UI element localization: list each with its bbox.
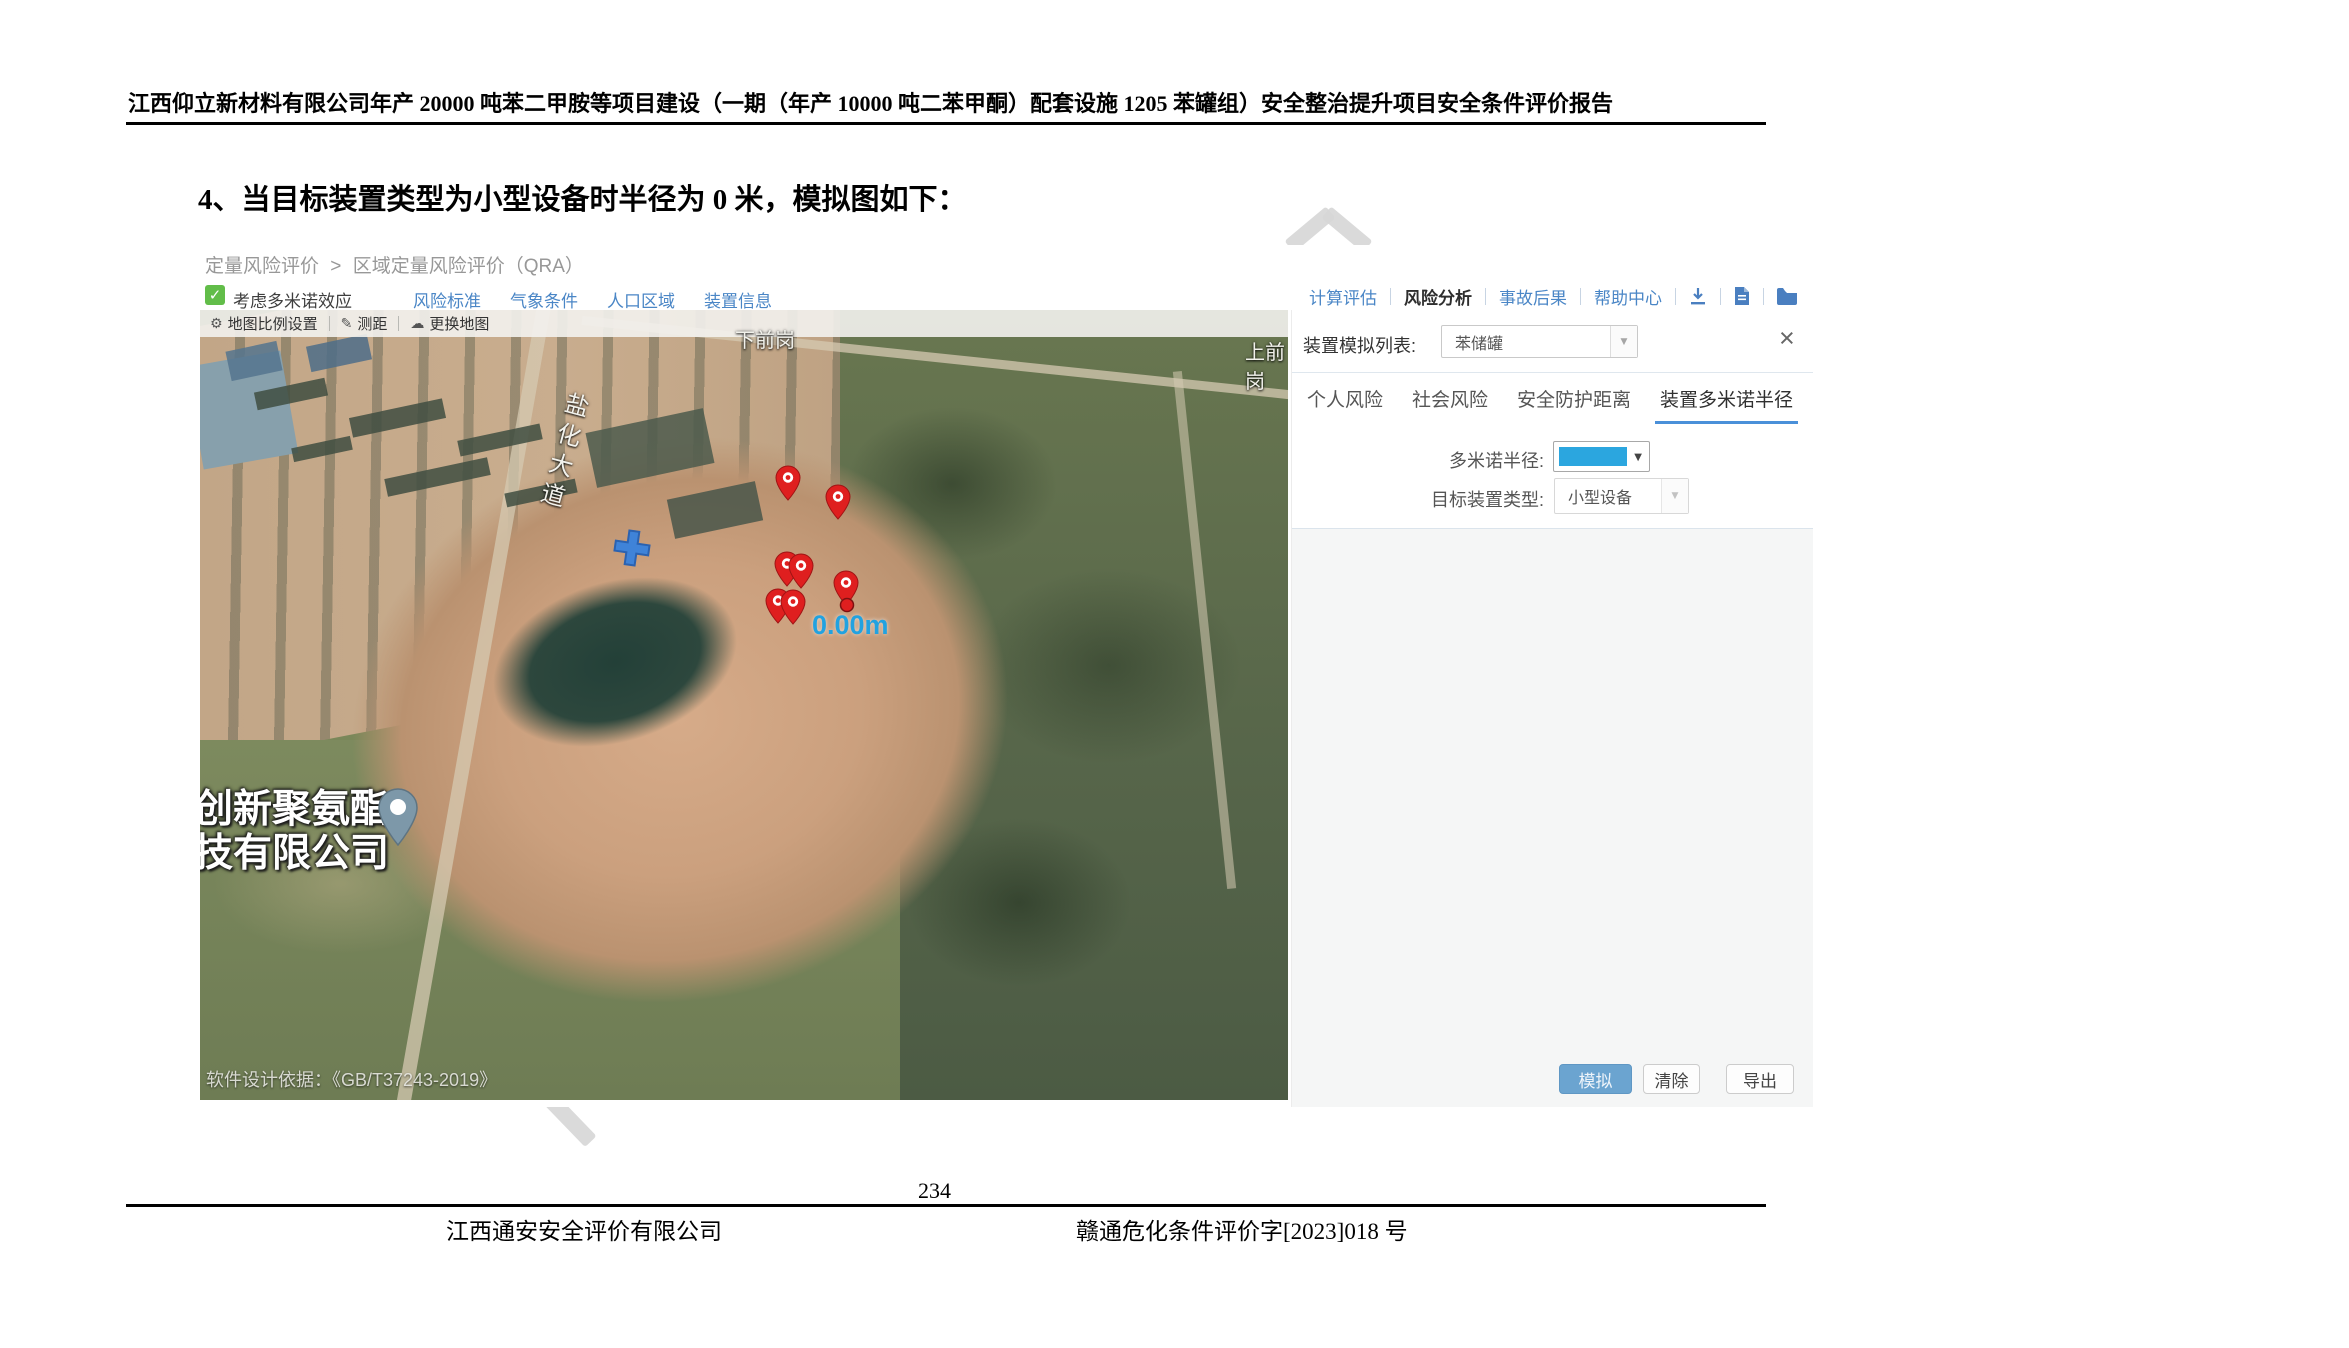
map-building bbox=[306, 334, 372, 372]
measure-distance-button[interactable]: ✎ 测距 bbox=[341, 313, 388, 334]
menu-accident-consequence[interactable]: 事故后果 bbox=[1486, 284, 1580, 309]
target-device-type-value: 小型设备 bbox=[1568, 484, 1632, 508]
switch-map-button[interactable]: ☁ 更换地图 bbox=[410, 313, 489, 334]
link-population[interactable]: 人口区域 bbox=[607, 287, 675, 312]
map-marker-pin[interactable] bbox=[780, 589, 806, 625]
map-center-cross-icon bbox=[613, 529, 651, 567]
device-list-value: 苯储罐 bbox=[1455, 330, 1503, 354]
map-buildings-layer bbox=[200, 310, 1288, 1100]
domino-effect-checkbox[interactable]: ✓ bbox=[205, 285, 225, 305]
folder-icon[interactable] bbox=[1764, 287, 1810, 305]
measure-distance-label: 测距 bbox=[357, 313, 387, 334]
menu-risk-analysis[interactable]: 风险分析 bbox=[1391, 284, 1485, 309]
tab-social-risk[interactable]: 社会风险 bbox=[1412, 385, 1488, 412]
tab-safety-distance[interactable]: 安全防护距离 bbox=[1517, 385, 1631, 412]
map-building bbox=[384, 457, 490, 496]
target-device-type-label: 目标装置类型: bbox=[1292, 486, 1544, 512]
switch-map-label: 更换地图 bbox=[429, 313, 489, 334]
chevron-down-icon[interactable]: ▼ bbox=[1634, 452, 1642, 463]
page-number: 234 bbox=[918, 1178, 951, 1204]
distance-label: 0.00m bbox=[812, 610, 889, 641]
document-icon[interactable] bbox=[1721, 286, 1763, 306]
domino-radius-label: 多米诺半径: bbox=[1292, 447, 1544, 473]
panel-tabs: 个人风险 社会风险 安全防护距离 装置多米诺半径 bbox=[1307, 373, 1793, 424]
toolbar-divider bbox=[398, 316, 399, 331]
map-scale-settings-label: 地图比例设置 bbox=[228, 313, 318, 334]
map-marker-pin[interactable] bbox=[775, 465, 801, 501]
place-label-shangqiangang: 上前岗 bbox=[1245, 336, 1288, 394]
breadcrumb-root[interactable]: 定量风险评价 bbox=[205, 256, 319, 277]
quick-links: 风险标准 气象条件 人口区域 装置信息 bbox=[413, 287, 772, 312]
domino-radius-select[interactable]: ▼ bbox=[1553, 441, 1650, 472]
map-building bbox=[254, 378, 328, 411]
simulate-button[interactable]: 模拟 bbox=[1559, 1064, 1632, 1094]
clear-button[interactable]: 清除 bbox=[1643, 1064, 1700, 1094]
simulation-panel: 装置模拟列表: 苯储罐 ▼ × 个人风险 社会风险 安全防护距离 装置多米诺半径… bbox=[1291, 310, 1812, 1107]
panel-body bbox=[1292, 529, 1813, 1107]
domino-radius-selected-value bbox=[1559, 447, 1627, 466]
satellite-map[interactable]: ⚙ 地图比例设置 ✎ 测距 ☁ 更换地图 下前岗 上前岗 盐化大道 创新聚氨酯 bbox=[200, 310, 1288, 1100]
menu-help-center[interactable]: 帮助中心 bbox=[1581, 284, 1675, 309]
header-rule bbox=[126, 122, 1766, 125]
top-menu: 计算评估 风险分析 事故后果 帮助中心 bbox=[1296, 284, 1810, 308]
map-marker-pin[interactable] bbox=[788, 553, 814, 589]
map-building bbox=[667, 481, 763, 539]
map-building bbox=[225, 341, 282, 381]
pencil-icon: ✎ bbox=[341, 316, 353, 332]
link-risk-standard[interactable]: 风险标准 bbox=[413, 287, 481, 312]
menu-calc-eval[interactable]: 计算评估 bbox=[1296, 284, 1390, 309]
footer-rule bbox=[126, 1204, 1766, 1207]
qra-app-screenshot: 定量风险评价 > 区域定量风险评价（QRA） ✓ 考虑多米诺效应 风险标准 气象… bbox=[200, 245, 1812, 1107]
download-icon[interactable] bbox=[1676, 286, 1720, 306]
footer-document-number: 赣通危化条件评价字[2023]018 号 bbox=[1076, 1212, 1408, 1246]
footer-company: 江西通安安全评价有限公司 bbox=[446, 1212, 722, 1246]
link-device-info[interactable]: 装置信息 bbox=[704, 287, 772, 312]
poi-pin-icon[interactable] bbox=[378, 788, 418, 846]
place-label-xiaqiangang: 下前岗 bbox=[735, 324, 795, 353]
cloud-icon: ☁ bbox=[410, 316, 424, 332]
device-list-select[interactable]: 苯储罐 ▼ bbox=[1441, 325, 1638, 358]
export-button[interactable]: 导出 bbox=[1726, 1064, 1794, 1094]
document-header-title: 江西仰立新材料有限公司年产 20000 吨苯二甲胺等项目建设（一期（年产 100… bbox=[128, 86, 1768, 118]
report-page: 江西仰立新材料有限公司年产 20000 吨苯二甲胺等项目建设（一期（年产 100… bbox=[0, 0, 2349, 1348]
breadcrumb-separator: > bbox=[330, 256, 341, 277]
close-icon[interactable]: × bbox=[1779, 323, 1795, 353]
map-building bbox=[349, 398, 446, 437]
gear-icon: ⚙ bbox=[210, 316, 223, 332]
tab-device-domino-radius[interactable]: 装置多米诺半径 bbox=[1660, 385, 1793, 412]
chevron-down-icon[interactable]: ▼ bbox=[1661, 479, 1688, 513]
company-label-line1: 创新聚氨酯 bbox=[200, 788, 389, 832]
tab-personal-risk[interactable]: 个人风险 bbox=[1307, 385, 1383, 412]
toolbar-divider bbox=[329, 316, 330, 331]
target-device-type-select[interactable]: 小型设备 ▼ bbox=[1554, 478, 1689, 514]
map-building bbox=[585, 408, 714, 488]
breadcrumb: 定量风险评价 > 区域定量风险评价（QRA） bbox=[205, 251, 590, 278]
domino-effect-label: 考虑多米诺效应 bbox=[233, 287, 352, 312]
chevron-down-icon[interactable]: ▼ bbox=[1610, 326, 1637, 357]
company-label: 创新聚氨酯 技有限公司 bbox=[200, 788, 389, 876]
section-heading: 4、当目标装置类型为小型设备时半径为 0 米，模拟图如下： bbox=[198, 176, 967, 218]
device-list-label: 装置模拟列表: bbox=[1303, 332, 1416, 358]
breadcrumb-current: 区域定量风险评价（QRA） bbox=[353, 256, 584, 277]
map-marker-pin[interactable] bbox=[825, 484, 851, 520]
map-building bbox=[291, 436, 353, 462]
map-scale-settings-button[interactable]: ⚙ 地图比例设置 bbox=[210, 313, 318, 334]
link-weather[interactable]: 气象条件 bbox=[510, 287, 578, 312]
company-label-line2: 技有限公司 bbox=[200, 832, 389, 876]
map-building bbox=[457, 423, 542, 456]
map-credit: 软件设计依据：《GB/T37243-2019》 bbox=[206, 1066, 497, 1092]
